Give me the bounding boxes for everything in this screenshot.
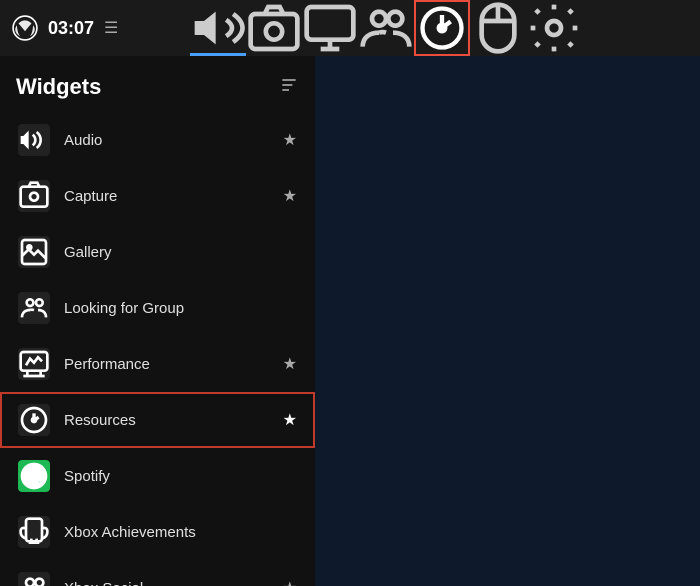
audio-label: Audio (64, 132, 283, 149)
main-layout: Widgets Audio (0, 56, 700, 586)
nav-performance-button[interactable] (414, 0, 470, 56)
sidebar-title: Widgets (16, 74, 101, 100)
widget-item-performance[interactable]: Performance ★ (0, 336, 315, 392)
achievements-label: Xbox Achievements (64, 524, 297, 541)
nav-audio-button[interactable] (190, 0, 246, 56)
lfg-widget-icon (18, 292, 50, 324)
widget-item-xbox-social[interactable]: Xbox Social ★ (0, 560, 315, 586)
xbox-logo-icon (12, 15, 38, 41)
nav-settings-button[interactable] (526, 0, 582, 56)
widget-item-gallery[interactable]: Gallery (0, 224, 315, 280)
audio-widget-icon (18, 124, 50, 156)
nav-mouse-button[interactable] (470, 0, 526, 56)
topbar: 03:07 ☰ (0, 0, 700, 56)
achievements-widget-icon (18, 516, 50, 548)
nav-display-button[interactable] (302, 0, 358, 56)
widget-item-spotify[interactable]: Spotify (0, 448, 315, 504)
clock-display: 03:07 (48, 18, 94, 39)
resources-widget-icon (18, 404, 50, 436)
capture-label: Capture (64, 188, 283, 205)
nav-social-button[interactable] (358, 0, 414, 56)
widget-item-capture[interactable]: Capture ★ (0, 168, 315, 224)
capture-widget-icon (18, 180, 50, 212)
xbox-social-star-icon[interactable]: ★ (283, 578, 297, 586)
widget-item-resources[interactable]: Resources ★ (0, 392, 315, 448)
spotify-label: Spotify (64, 468, 297, 485)
topbar-nav (190, 0, 688, 56)
lfg-label: Looking for Group (64, 300, 297, 317)
widget-item-xbox-achievements[interactable]: Xbox Achievements (0, 504, 315, 560)
topbar-left: 03:07 ☰ (12, 15, 182, 41)
widget-item-looking-for-group[interactable]: Looking for Group (0, 280, 315, 336)
performance-label: Performance (64, 356, 283, 373)
resources-star-icon[interactable]: ★ (283, 410, 297, 430)
spotify-widget-icon (18, 460, 50, 492)
hamburger-menu-icon[interactable]: ☰ (104, 18, 118, 38)
nav-capture-button[interactable] (246, 0, 302, 56)
main-content (315, 56, 700, 586)
gallery-widget-icon (18, 236, 50, 268)
filter-icon[interactable] (279, 75, 299, 100)
sidebar: Widgets Audio (0, 56, 315, 586)
performance-star-icon[interactable]: ★ (283, 354, 297, 374)
audio-star-icon[interactable]: ★ (283, 130, 297, 150)
widget-item-audio[interactable]: Audio ★ (0, 112, 315, 168)
capture-star-icon[interactable]: ★ (283, 186, 297, 206)
xbox-social-label: Xbox Social (64, 580, 283, 586)
gallery-label: Gallery (64, 244, 297, 261)
resources-label: Resources (64, 412, 283, 429)
widget-list: Audio ★ Capture ★ (0, 112, 315, 586)
sidebar-header: Widgets (0, 56, 315, 112)
performance-widget-icon (18, 348, 50, 380)
xbox-social-widget-icon (18, 572, 50, 586)
